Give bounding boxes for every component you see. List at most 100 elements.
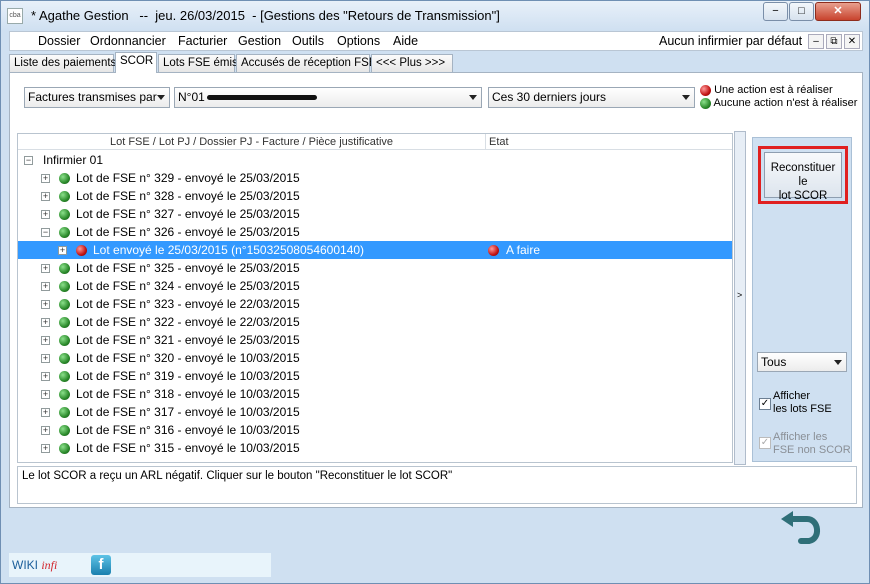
tab-liste-paiements[interactable]: Liste des paiements bbox=[9, 54, 116, 72]
expand-icon[interactable]: + bbox=[41, 372, 50, 381]
tree-row[interactable]: + Lot de FSE n° 316 - envoyé le 10/03/20… bbox=[18, 421, 732, 439]
green-dot-icon bbox=[700, 97, 711, 109]
tree-row[interactable]: + Lot de FSE n° 329 - envoyé le 25/03/20… bbox=[18, 169, 732, 187]
app-icon[interactable]: cba bbox=[7, 8, 23, 24]
show-nonscor-checkbox[interactable]: ✓ bbox=[759, 437, 771, 449]
state-filter-value: Tous bbox=[761, 355, 787, 369]
mdi-minimize-button[interactable]: – bbox=[808, 34, 824, 49]
minimize-button[interactable]: − bbox=[763, 2, 788, 21]
tree-row-label: Lot de FSE n° 315 - envoyé le 10/03/2015 bbox=[76, 441, 300, 455]
period-select[interactable]: Ces 30 derniers jours bbox=[488, 87, 695, 108]
green-dot-icon bbox=[59, 371, 70, 382]
show-nonscor-label: Afficher les FSE non SCOR bbox=[773, 431, 851, 457]
chevron-down-icon bbox=[157, 95, 165, 100]
tree-row[interactable]: + Lot de FSE n° 324 - envoyé le 25/03/20… bbox=[18, 277, 732, 295]
rebuild-scor-button[interactable]: Reconstituer le lot SCOR bbox=[764, 152, 842, 202]
tree-column-lot[interactable]: Lot FSE / Lot PJ / Dossier PJ - Facture … bbox=[18, 134, 486, 150]
tree-row[interactable]: + Lot de FSE n° 321 - envoyé le 25/03/20… bbox=[18, 331, 732, 349]
tab-plus[interactable]: <<< Plus >>> bbox=[371, 54, 453, 72]
tree-row[interactable]: − Lot de FSE n° 326 - envoyé le 25/03/20… bbox=[18, 223, 732, 241]
expand-icon[interactable]: + bbox=[41, 336, 50, 345]
green-dot-icon bbox=[59, 281, 70, 292]
tree-row[interactable]: + Lot de FSE n° 328 - envoyé le 25/03/20… bbox=[18, 187, 732, 205]
tree-row-label: Lot de FSE n° 329 - envoyé le 25/03/2015 bbox=[76, 171, 300, 185]
expand-icon[interactable]: + bbox=[41, 444, 50, 453]
status-bar: WIKI infi f bbox=[9, 553, 271, 577]
tab-accuses-reception[interactable]: Accusés de réception FSE bbox=[236, 54, 377, 72]
message-bar: Le lot SCOR a reçu un ARL négatif. Cliqu… bbox=[17, 466, 857, 504]
tree-row[interactable]: + Lot de FSE n° 323 - envoyé le 22/03/20… bbox=[18, 295, 732, 313]
tree-column-etat[interactable]: Etat bbox=[486, 134, 732, 150]
legend-red-text: Une action est à réaliser bbox=[714, 84, 833, 96]
tree-row[interactable]: + Lot de FSE n° 319 - envoyé le 10/03/20… bbox=[18, 367, 732, 385]
expand-icon[interactable]: + bbox=[58, 246, 67, 255]
state-filter-select[interactable]: Tous bbox=[757, 352, 847, 372]
tree-row-label: Lot de FSE n° 317 - envoyé le 10/03/2015 bbox=[76, 405, 300, 419]
green-dot-icon bbox=[59, 191, 70, 202]
expand-icon[interactable]: + bbox=[41, 390, 50, 399]
tab-scor[interactable]: SCOR bbox=[115, 52, 157, 73]
green-dot-icon bbox=[59, 263, 70, 274]
tree-row-label: Lot de FSE n° 321 - envoyé le 25/03/2015 bbox=[76, 333, 300, 347]
menu-aide[interactable]: Aide bbox=[393, 34, 418, 48]
menu-outils[interactable]: Outils bbox=[292, 34, 324, 48]
collapse-icon[interactable]: − bbox=[41, 228, 50, 237]
tree-row[interactable]: + Lot de FSE n° 318 - envoyé le 10/03/20… bbox=[18, 385, 732, 403]
show-lots-checkbox[interactable]: ✓ bbox=[759, 398, 771, 410]
facebook-icon[interactable]: f bbox=[91, 555, 111, 575]
tree-row-selected[interactable]: + Lot envoyé le 25/03/2015 (n°1503250805… bbox=[18, 241, 732, 259]
menu-dossier[interactable]: Dossier bbox=[38, 34, 80, 48]
tree-row[interactable]: + Lot de FSE n° 317 - envoyé le 10/03/20… bbox=[18, 403, 732, 421]
tree-root-row[interactable]: − Infirmier 01 bbox=[18, 151, 732, 169]
wiki-link[interactable]: WIKI infi bbox=[12, 558, 57, 573]
maximize-button[interactable]: □ bbox=[789, 2, 814, 21]
expand-icon[interactable]: + bbox=[41, 210, 50, 219]
legend-green-text: Aucune action n'est à réaliser bbox=[713, 97, 858, 109]
green-dot-icon bbox=[59, 335, 70, 346]
tree-row[interactable]: + Lot de FSE n° 322 - envoyé le 22/03/20… bbox=[18, 313, 732, 331]
red-dot-icon bbox=[700, 84, 711, 96]
filter-type-select[interactable]: Factures transmises par bbox=[24, 87, 170, 108]
green-dot-icon bbox=[59, 317, 70, 328]
green-dot-icon bbox=[59, 443, 70, 454]
expand-icon[interactable]: + bbox=[41, 300, 50, 309]
lot-tree[interactable]: Lot FSE / Lot PJ / Dossier PJ - Facture … bbox=[17, 133, 733, 463]
rebuild-scor-highlight: Reconstituer le lot SCOR bbox=[758, 146, 848, 204]
tree-row[interactable]: + Lot de FSE n° 327 - envoyé le 25/03/20… bbox=[18, 205, 732, 223]
panel-splitter[interactable]: > bbox=[734, 131, 746, 465]
tab-lots-fse-emis[interactable]: Lots FSE émis bbox=[158, 54, 238, 72]
tree-row-state: A faire bbox=[506, 243, 541, 257]
tree-row-label: Lot de FSE n° 319 - envoyé le 10/03/2015 bbox=[76, 369, 300, 383]
tree-row-label: Lot de FSE n° 326 - envoyé le 25/03/2015 bbox=[76, 225, 300, 239]
mdi-close-button[interactable]: ✕ bbox=[844, 34, 860, 49]
expand-icon[interactable]: + bbox=[41, 264, 50, 273]
mdi-restore-button[interactable]: ⧉ bbox=[826, 34, 842, 49]
nurse-select[interactable]: N°01 bbox=[174, 87, 482, 108]
tree-row[interactable]: + Lot de FSE n° 325 - envoyé le 25/03/20… bbox=[18, 259, 732, 277]
filter-type-value: Factures transmises par bbox=[28, 90, 157, 104]
menu-gestion[interactable]: Gestion bbox=[238, 34, 281, 48]
expand-icon[interactable]: + bbox=[41, 408, 50, 417]
close-button[interactable]: ✕ bbox=[815, 2, 861, 21]
tree-row-label: Lot de FSE n° 320 - envoyé le 10/03/2015 bbox=[76, 351, 300, 365]
expand-icon[interactable]: + bbox=[41, 354, 50, 363]
green-dot-icon bbox=[59, 299, 70, 310]
wiki-label: WIKI bbox=[12, 558, 38, 572]
expand-icon[interactable]: + bbox=[41, 318, 50, 327]
nurse-select-value: N°01 bbox=[178, 90, 205, 104]
back-arrow-icon[interactable] bbox=[777, 509, 827, 551]
expand-icon[interactable]: + bbox=[41, 426, 50, 435]
show-nonscor-label-1: Afficher les bbox=[773, 431, 828, 443]
tree-row[interactable]: + Lot de FSE n° 320 - envoyé le 10/03/20… bbox=[18, 349, 732, 367]
expand-icon[interactable]: + bbox=[41, 282, 50, 291]
collapse-icon[interactable]: − bbox=[24, 156, 33, 165]
expand-icon[interactable]: + bbox=[41, 192, 50, 201]
menu-ordonnancier[interactable]: Ordonnancier bbox=[90, 34, 166, 48]
menu-facturier[interactable]: Facturier bbox=[178, 34, 227, 48]
actions-panel: Reconstituer le lot SCOR Tous ✓ Afficher… bbox=[752, 137, 852, 462]
menu-options[interactable]: Options bbox=[337, 34, 380, 48]
expand-icon[interactable]: + bbox=[41, 174, 50, 183]
splitter-arrow-icon[interactable]: > bbox=[737, 290, 742, 300]
tree-row[interactable]: + Lot de FSE n° 315 - envoyé le 10/03/20… bbox=[18, 439, 732, 457]
green-dot-icon bbox=[59, 425, 70, 436]
